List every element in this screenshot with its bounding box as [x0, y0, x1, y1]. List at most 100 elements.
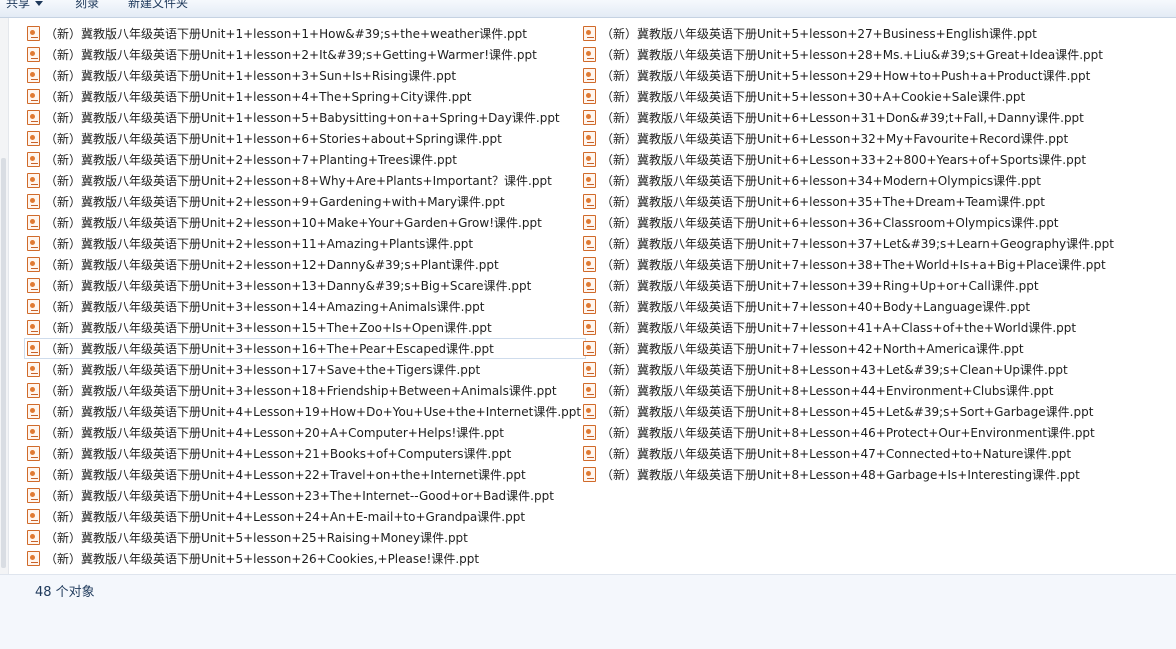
file-name: （新）冀教版八年级英语下册Unit+8+Lesson+47+Connected+…: [601, 447, 1072, 461]
file-item[interactable]: （新）冀教版八年级英语下册Unit+2+lesson+7+Planting+Tr…: [24, 149, 586, 170]
file-name: （新）冀教版八年级英语下册Unit+2+lesson+7+Planting+Tr…: [45, 153, 457, 167]
file-name: （新）冀教版八年级英语下册Unit+7+lesson+41+A+Class+of…: [601, 321, 1077, 335]
file-item[interactable]: （新）冀教版八年级英语下册Unit+8+Lesson+48+Garbage+Is…: [580, 464, 1119, 485]
ppt-file-icon: [27, 173, 40, 188]
file-column-right: （新）冀教版八年级英语下册Unit+5+lesson+27+Business+E…: [580, 23, 1119, 485]
ppt-file-icon: [583, 383, 596, 398]
new-folder-button[interactable]: 新建文件夹: [128, 0, 188, 12]
file-item[interactable]: （新）冀教版八年级英语下册Unit+7+lesson+39+Ring+Up+or…: [580, 275, 1119, 296]
file-item[interactable]: （新）冀教版八年级英语下册Unit+3+lesson+14+Amazing+An…: [24, 296, 586, 317]
file-name: （新）冀教版八年级英语下册Unit+2+lesson+11+Amazing+Pl…: [45, 237, 474, 251]
file-name: （新）冀教版八年级英语下册Unit+6+lesson+36+Classroom+…: [601, 216, 1059, 230]
burn-button[interactable]: 刻录: [75, 0, 99, 12]
file-item[interactable]: （新）冀教版八年级英语下册Unit+7+lesson+41+A+Class+of…: [580, 317, 1119, 338]
file-item[interactable]: （新）冀教版八年级英语下册Unit+3+lesson+13+Danny&#39;…: [24, 275, 586, 296]
file-name: （新）冀教版八年级英语下册Unit+3+lesson+18+Friendship…: [45, 384, 557, 398]
ppt-file-icon: [583, 299, 596, 314]
file-item[interactable]: （新）冀教版八年级英语下册Unit+5+lesson+26+Cookies,+P…: [24, 548, 586, 569]
file-name: （新）冀教版八年级英语下册Unit+8+Lesson+45+Let&#39;s+…: [601, 405, 1094, 419]
file-name: （新）冀教版八年级英语下册Unit+5+lesson+30+A+Cookie+S…: [601, 90, 1026, 104]
file-name: （新）冀教版八年级英语下册Unit+5+lesson+25+Raising+Mo…: [45, 531, 468, 545]
file-item[interactable]: （新）冀教版八年级英语下册Unit+2+lesson+12+Danny&#39;…: [24, 254, 586, 275]
file-item[interactable]: （新）冀教版八年级英语下册Unit+6+Lesson+32+My+Favouri…: [580, 128, 1119, 149]
file-item[interactable]: （新）冀教版八年级英语下册Unit+3+lesson+17+Save+the+T…: [24, 359, 586, 380]
left-scrollbar[interactable]: [0, 18, 9, 574]
file-name: （新）冀教版八年级英语下册Unit+3+lesson+13+Danny&#39;…: [45, 279, 532, 293]
file-item[interactable]: （新）冀教版八年级英语下册Unit+3+lesson+15+The+Zoo+Is…: [24, 317, 586, 338]
file-name: （新）冀教版八年级英语下册Unit+6+Lesson+33+2+800+Year…: [601, 153, 1087, 167]
file-column-left: （新）冀教版八年级英语下册Unit+1+lesson+1+How&#39;s+t…: [24, 23, 587, 569]
file-item[interactable]: （新）冀教版八年级英语下册Unit+4+Lesson+24+An+E-mail+…: [24, 506, 586, 527]
file-item[interactable]: （新）冀教版八年级英语下册Unit+1+lesson+3+Sun+Is+Risi…: [24, 65, 586, 86]
share-button[interactable]: 共享: [6, 0, 44, 12]
ppt-file-icon: [583, 89, 596, 104]
file-item[interactable]: （新）冀教版八年级英语下册Unit+8+Lesson+46+Protect+Ou…: [580, 422, 1119, 443]
file-item[interactable]: （新）冀教版八年级英语下册Unit+1+lesson+2+It&#39;s+Ge…: [24, 44, 586, 65]
file-item[interactable]: （新）冀教版八年级英语下册Unit+1+lesson+5+Babysitting…: [24, 107, 586, 128]
file-name: （新）冀教版八年级英语下册Unit+4+Lesson+19+How+Do+You…: [45, 405, 582, 419]
file-name: （新）冀教版八年级英语下册Unit+3+lesson+17+Save+the+T…: [45, 363, 481, 377]
file-name: （新）冀教版八年级英语下册Unit+6+lesson+35+The+Dream+…: [601, 195, 1045, 209]
file-item[interactable]: （新）冀教版八年级英语下册Unit+4+Lesson+23+The+Intern…: [24, 485, 586, 506]
ppt-file-icon: [27, 425, 40, 440]
file-item[interactable]: （新）冀教版八年级英语下册Unit+2+lesson+11+Amazing+Pl…: [24, 233, 586, 254]
file-item[interactable]: （新）冀教版八年级英语下册Unit+1+lesson+4+The+Spring+…: [24, 86, 586, 107]
file-item[interactable]: （新）冀教版八年级英语下册Unit+1+lesson+6+Stories+abo…: [24, 128, 586, 149]
file-item[interactable]: （新）冀教版八年级英语下册Unit+1+lesson+1+How&#39;s+t…: [24, 23, 586, 44]
file-item[interactable]: （新）冀教版八年级英语下册Unit+7+lesson+42+North+Amer…: [580, 338, 1119, 359]
file-name: （新）冀教版八年级英语下册Unit+4+Lesson+23+The+Intern…: [45, 489, 554, 503]
file-item[interactable]: （新）冀教版八年级英语下册Unit+8+Lesson+43+Let&#39;s+…: [580, 359, 1119, 380]
file-item[interactable]: （新）冀教版八年级英语下册Unit+4+Lesson+21+Books+of+C…: [24, 443, 586, 464]
file-item[interactable]: （新）冀教版八年级英语下册Unit+2+lesson+8+Why+Are+Pla…: [24, 170, 586, 191]
item-count: 48 个对象: [35, 585, 95, 600]
file-item[interactable]: （新）冀教版八年级英语下册Unit+5+lesson+28+Ms.+Liu&#3…: [580, 44, 1119, 65]
file-item[interactable]: （新）冀教版八年级英语下册Unit+4+Lesson+19+How+Do+You…: [24, 401, 586, 422]
new-folder-label: 新建文件夹: [128, 0, 189, 10]
file-item[interactable]: （新）冀教版八年级英语下册Unit+4+Lesson+22+Travel+on+…: [24, 464, 586, 485]
file-item[interactable]: （新）冀教版八年级英语下册Unit+6+lesson+35+The+Dream+…: [580, 191, 1119, 212]
file-item[interactable]: （新）冀教版八年级英语下册Unit+6+lesson+34+Modern+Oly…: [580, 170, 1119, 191]
file-item[interactable]: （新）冀教版八年级英语下册Unit+5+lesson+25+Raising+Mo…: [24, 527, 586, 548]
file-item[interactable]: （新）冀教版八年级英语下册Unit+4+Lesson+20+A+Computer…: [24, 422, 586, 443]
file-item[interactable]: （新）冀教版八年级英语下册Unit+7+lesson+37+Let&#39;s+…: [580, 233, 1119, 254]
ppt-file-icon: [583, 278, 596, 293]
file-name: （新）冀教版八年级英语下册Unit+2+lesson+8+Why+Are+Pla…: [45, 174, 552, 188]
file-item[interactable]: （新）冀教版八年级英语下册Unit+6+Lesson+33+2+800+Year…: [580, 149, 1119, 170]
file-item[interactable]: （新）冀教版八年级英语下册Unit+5+lesson+30+A+Cookie+S…: [580, 86, 1119, 107]
file-name: （新）冀教版八年级英语下册Unit+4+Lesson+22+Travel+on+…: [45, 468, 526, 482]
file-item[interactable]: （新）冀教版八年级英语下册Unit+7+lesson+40+Body+Langu…: [580, 296, 1119, 317]
file-item[interactable]: （新）冀教版八年级英语下册Unit+5+lesson+29+How+to+Pus…: [580, 65, 1119, 86]
file-item[interactable]: （新）冀教版八年级英语下册Unit+3+lesson+16+The+Pear+E…: [24, 338, 587, 359]
file-item[interactable]: （新）冀教版八年级英语下册Unit+8+Lesson+47+Connected+…: [580, 443, 1119, 464]
ppt-file-icon: [27, 68, 40, 83]
ppt-file-icon: [583, 47, 596, 62]
file-name: （新）冀教版八年级英语下册Unit+4+Lesson+24+An+E-mail+…: [45, 510, 526, 524]
file-name: （新）冀教版八年级英语下册Unit+5+lesson+27+Business+E…: [601, 27, 1037, 41]
file-item[interactable]: （新）冀教版八年级英语下册Unit+2+lesson+9+Gardening+w…: [24, 191, 586, 212]
file-name: （新）冀教版八年级英语下册Unit+4+Lesson+20+A+Computer…: [45, 426, 505, 440]
file-item[interactable]: （新）冀教版八年级英语下册Unit+8+Lesson+44+Environmen…: [580, 380, 1119, 401]
file-item[interactable]: （新）冀教版八年级英语下册Unit+6+Lesson+31+Don&#39;t+…: [580, 107, 1119, 128]
scrollbar-thumb[interactable]: [1, 158, 6, 568]
ppt-file-icon: [583, 110, 596, 125]
file-item[interactable]: （新）冀教版八年级英语下册Unit+7+lesson+38+The+World+…: [580, 254, 1119, 275]
file-name: （新）冀教版八年级英语下册Unit+5+lesson+26+Cookies,+P…: [45, 552, 480, 566]
ppt-file-icon: [27, 530, 40, 545]
file-item[interactable]: （新）冀教版八年级英语下册Unit+5+lesson+27+Business+E…: [580, 23, 1119, 44]
ppt-file-icon: [583, 320, 596, 335]
file-name: （新）冀教版八年级英语下册Unit+6+Lesson+31+Don&#39;t+…: [601, 111, 1084, 125]
file-name: （新）冀教版八年级英语下册Unit+1+lesson+1+How&#39;s+t…: [45, 27, 527, 41]
file-item[interactable]: （新）冀教版八年级英语下册Unit+2+lesson+10+Make+Your+…: [24, 212, 586, 233]
chevron-down-icon: [35, 1, 44, 6]
file-item[interactable]: （新）冀教版八年级英语下册Unit+3+lesson+18+Friendship…: [24, 380, 586, 401]
ppt-file-icon: [583, 152, 596, 167]
ppt-file-icon: [27, 47, 40, 62]
ppt-file-icon: [27, 26, 40, 41]
file-name: （新）冀教版八年级英语下册Unit+1+lesson+5+Babysitting…: [45, 111, 560, 125]
file-name: （新）冀教版八年级英语下册Unit+3+lesson+14+Amazing+An…: [45, 300, 485, 314]
ppt-file-icon: [583, 68, 596, 83]
ppt-file-icon: [27, 278, 40, 293]
file-item[interactable]: （新）冀教版八年级英语下册Unit+6+lesson+36+Classroom+…: [580, 212, 1119, 233]
file-item[interactable]: （新）冀教版八年级英语下册Unit+8+Lesson+45+Let&#39;s+…: [580, 401, 1119, 422]
file-name: （新）冀教版八年级英语下册Unit+1+lesson+3+Sun+Is+Risi…: [45, 69, 457, 83]
